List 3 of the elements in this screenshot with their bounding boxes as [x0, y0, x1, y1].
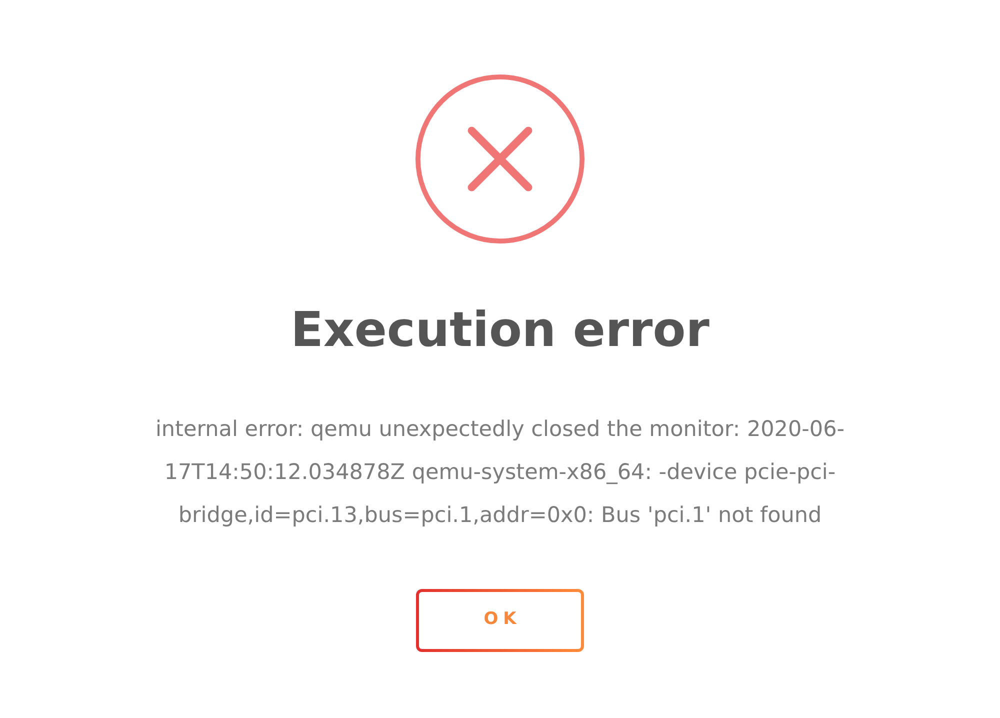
error-message: internal error: qemu unexpectedly closed the monitor: 2020-06-17T14:50:12.034878Z qemu-system-x86_64: -device pcie-pci-bridge,id=pci.13,bus=pci.1,addr=0x0: Bus 'pci.1' not found: [154, 416, 846, 530]
error-icon: [415, 74, 585, 244]
dialog-title: Execution error: [290, 302, 710, 360]
